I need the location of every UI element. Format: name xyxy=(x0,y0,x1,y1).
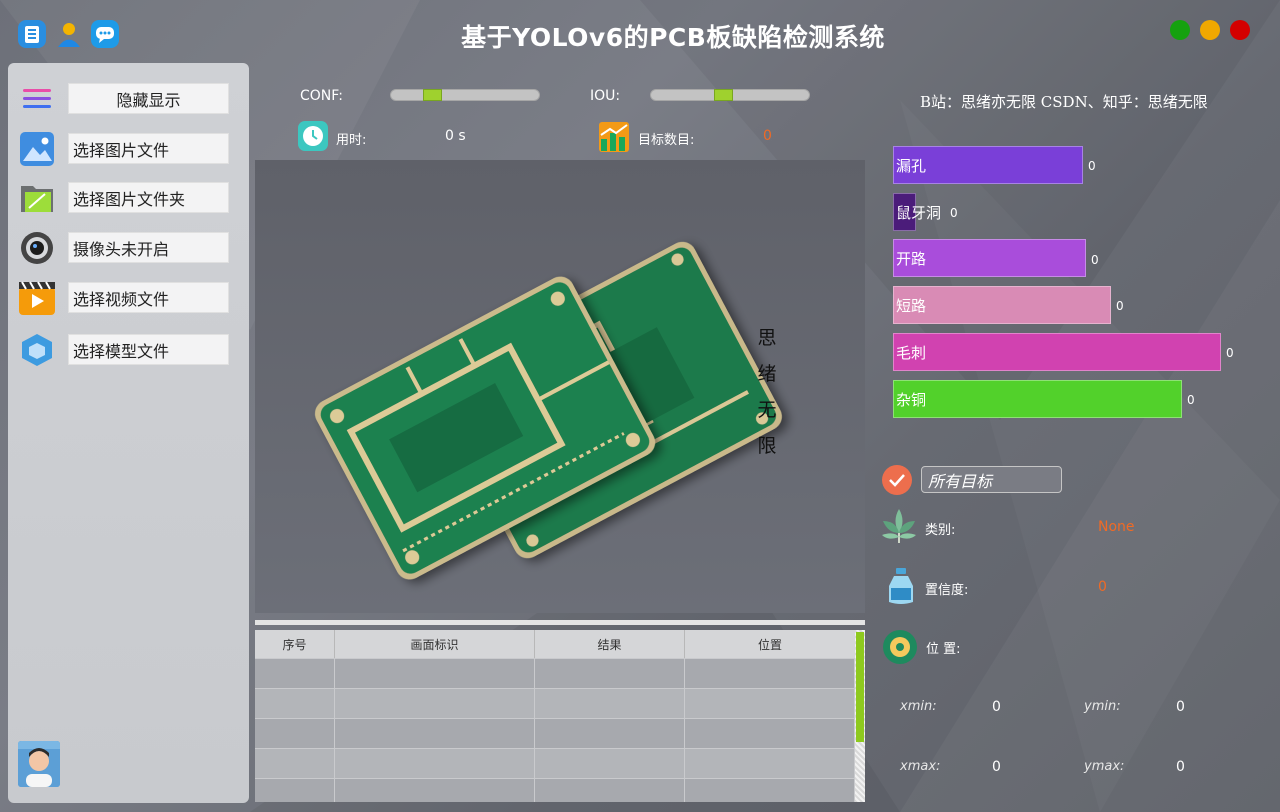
watermark: 思 绪 无 限 xyxy=(755,320,779,464)
folder-icon xyxy=(18,179,56,217)
minimize-button[interactable] xyxy=(1200,20,1220,40)
iou-label: IOU: xyxy=(590,88,621,104)
class-bar-mousebite: 鼠牙洞 xyxy=(893,193,941,231)
position-label: 位 置: xyxy=(926,642,961,657)
avatar[interactable] xyxy=(18,741,60,787)
watermark-char: 思 xyxy=(757,327,777,349)
video-icon xyxy=(18,279,56,317)
class-bar-count: 0 xyxy=(1116,299,1124,313)
class-bar-count: 0 xyxy=(1187,393,1195,407)
close-button[interactable] xyxy=(1230,20,1250,40)
class-bar-count: 0 xyxy=(1091,253,1099,267)
app-title: 基于YOLOv6的PCB板缺陷检测系统 xyxy=(461,23,885,52)
xmin-label: xmin: xyxy=(900,699,937,714)
class-value: None xyxy=(1098,519,1135,535)
class-bar-label: 短路 xyxy=(896,296,927,315)
class-bar-spur: 毛刺 xyxy=(893,333,1221,371)
ymin-label: ymin: xyxy=(1084,699,1121,714)
table-scroll-handle[interactable] xyxy=(856,632,864,742)
class-bar-short: 短路 xyxy=(893,286,1111,324)
bottle-icon xyxy=(886,566,916,610)
class-label: 类别: xyxy=(925,523,956,538)
table-row[interactable] xyxy=(255,688,855,718)
xmin-value: 0 xyxy=(992,699,1001,715)
leaf-icon xyxy=(880,507,918,549)
class-bar-label: 开路 xyxy=(896,249,927,268)
col-index[interactable]: 序号 xyxy=(255,630,335,658)
confidence-value: 0 xyxy=(1098,579,1107,595)
sidebar-toggle-row xyxy=(18,77,56,121)
image-display: 思 绪 无 限 xyxy=(255,160,865,613)
class-bar-leakhole: 漏孔 xyxy=(893,146,1083,184)
class-bar-label: 鼠牙洞 xyxy=(896,203,942,222)
confidence-label: 置信度: xyxy=(925,583,969,598)
watermark-char: 无 xyxy=(757,399,777,421)
select-model-button[interactable]: 选择模型文件 xyxy=(68,334,229,365)
class-bar-count: 0 xyxy=(950,206,958,220)
results-table: 序号 画面标识 结果 位置 xyxy=(255,630,865,802)
image-icon xyxy=(18,130,56,168)
select-video-button[interactable]: 选择视频文件 xyxy=(68,282,229,313)
iou-slider-handle[interactable] xyxy=(714,89,733,101)
time-label: 用时: xyxy=(336,133,367,148)
location-icon xyxy=(882,629,918,669)
table-scrollbar[interactable] xyxy=(855,630,865,802)
author-credit: B站：思绪亦无限 CSDN、知乎：思绪无限 xyxy=(920,93,1208,111)
model-icon xyxy=(18,331,56,369)
table-header: 序号 画面标识 结果 位置 xyxy=(255,630,855,658)
clock-icon xyxy=(298,121,328,151)
class-bar-opencircuit: 开路 xyxy=(893,239,1086,277)
table-row[interactable] xyxy=(255,778,855,802)
table-row[interactable] xyxy=(255,658,855,688)
time-value: 0 s xyxy=(445,128,466,144)
class-bar-spuriouscopper: 杂铜 xyxy=(893,380,1182,418)
target-count-value: 0 xyxy=(763,128,772,144)
iou-slider[interactable] xyxy=(650,89,810,101)
xmax-value: 0 xyxy=(992,759,1001,775)
watermark-char: 限 xyxy=(757,435,777,457)
class-bar-label: 毛刺 xyxy=(896,343,927,362)
ymax-label: ymax: xyxy=(1084,759,1125,774)
panel-separator[interactable] xyxy=(255,620,865,625)
ymin-value: 0 xyxy=(1176,699,1185,715)
col-position[interactable]: 位置 xyxy=(685,630,855,658)
maximize-button[interactable] xyxy=(1170,20,1190,40)
select-folder-button[interactable]: 选择图片文件夹 xyxy=(68,182,229,213)
select-image-button[interactable]: 选择图片文件 xyxy=(68,133,229,164)
camera-icon xyxy=(18,229,56,267)
camera-button[interactable]: 摄像头未开启 xyxy=(68,232,229,263)
watermark-char: 绪 xyxy=(757,363,777,385)
class-bar-label: 杂铜 xyxy=(896,390,927,409)
table-row[interactable] xyxy=(255,748,855,778)
class-bar-count: 0 xyxy=(1226,346,1234,360)
col-result[interactable]: 结果 xyxy=(535,630,685,658)
sidebar: 隐藏显示 选择图片文件 选择图片文件夹 摄像头未开启 选择视频文件 选择模型文件 xyxy=(8,63,249,803)
target-count-label: 目标数目: xyxy=(638,133,695,148)
chart-icon xyxy=(598,121,629,152)
col-frame[interactable]: 画面标识 xyxy=(335,630,535,658)
conf-label: CONF: xyxy=(300,88,343,104)
class-bar-count: 0 xyxy=(1088,159,1096,173)
conf-slider[interactable] xyxy=(390,89,540,101)
ymax-value: 0 xyxy=(1176,759,1185,775)
toggle-display-button[interactable]: 隐藏显示 xyxy=(68,83,229,114)
class-bar-label: 漏孔 xyxy=(896,156,927,175)
check-icon xyxy=(882,465,912,495)
table-row[interactable] xyxy=(255,718,855,748)
xmax-label: xmax: xyxy=(900,759,941,774)
conf-slider-handle[interactable] xyxy=(423,89,442,101)
target-filter-select[interactable]: 所有目标 xyxy=(921,466,1062,493)
menu-icon[interactable] xyxy=(18,80,56,118)
